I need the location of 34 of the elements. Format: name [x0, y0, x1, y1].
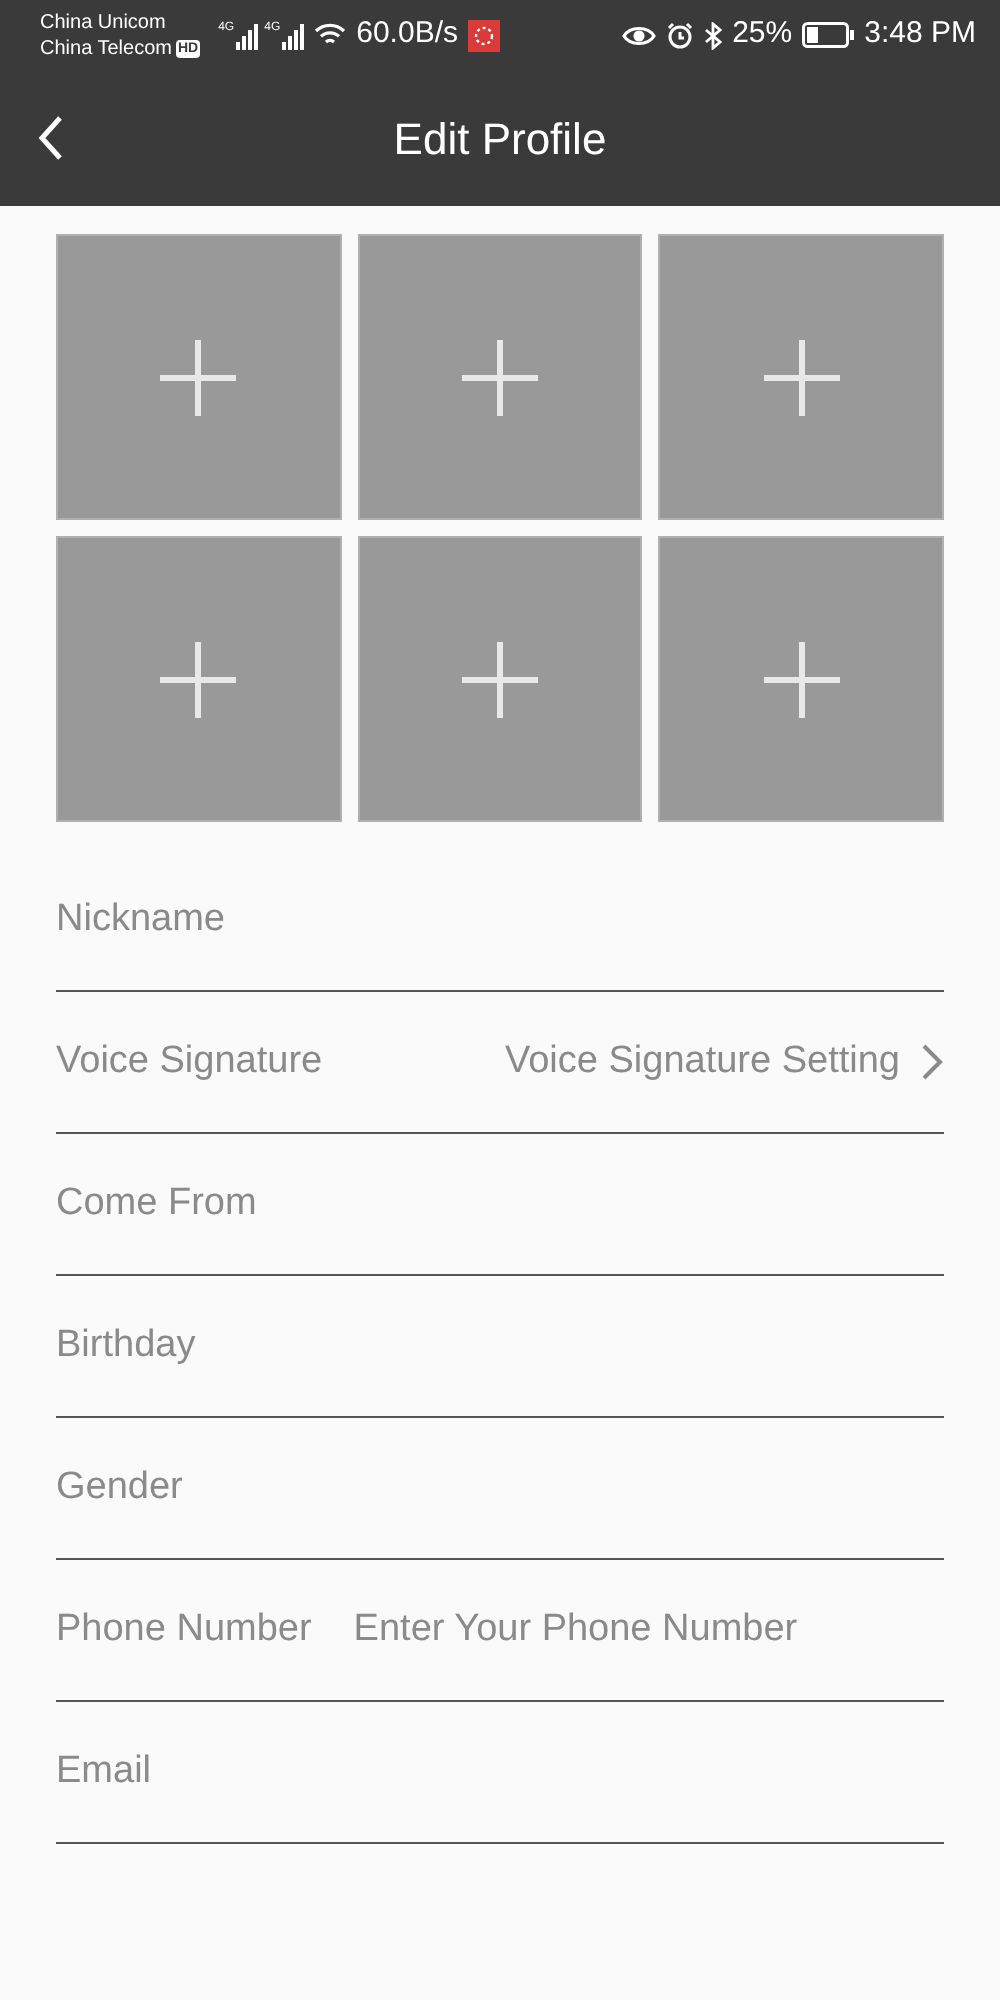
field-label: Email: [56, 1747, 152, 1796]
network-speed: 60.0B/s: [356, 14, 458, 55]
voice-signature-setting-link[interactable]: Voice Signature Setting: [504, 1033, 944, 1091]
clock-time: 3:48 PM: [864, 14, 976, 55]
bluetooth-icon: [704, 21, 723, 49]
field-label: Gender: [56, 1463, 183, 1512]
field-label: Birthday: [56, 1321, 196, 1370]
add-photo-button[interactable]: [658, 234, 944, 520]
field-label: Phone Number: [56, 1605, 312, 1654]
wifi-icon: [314, 22, 347, 48]
plus-icon: [461, 339, 538, 415]
field-label: Voice Signature: [56, 1037, 323, 1086]
add-photo-button[interactable]: [56, 536, 342, 822]
plus-icon: [461, 641, 538, 717]
field-label: Come From: [56, 1179, 257, 1228]
add-photo-button[interactable]: [357, 234, 643, 520]
carrier-name: China Unicom: [40, 9, 168, 35]
add-photo-button[interactable]: [357, 536, 643, 822]
add-photo-button[interactable]: [56, 234, 342, 520]
field-label: Nickname: [56, 895, 225, 944]
eye-icon: [622, 23, 657, 47]
battery-percent: 25%: [732, 14, 793, 55]
alarm-icon: [666, 21, 695, 49]
battery-icon: [802, 22, 855, 48]
plus-icon: [160, 641, 237, 717]
plus-icon: [763, 641, 840, 717]
phone-number-input[interactable]: Enter Your Phone Number: [353, 1601, 944, 1659]
app-notification-icon: [468, 19, 500, 51]
chevron-right-icon: [920, 1042, 944, 1082]
carrier-name: China Telecom: [40, 35, 172, 61]
plus-icon: [763, 339, 840, 415]
plus-icon: [160, 339, 237, 415]
add-photo-button[interactable]: [658, 536, 944, 822]
page-title: Edit Profile: [393, 111, 607, 167]
